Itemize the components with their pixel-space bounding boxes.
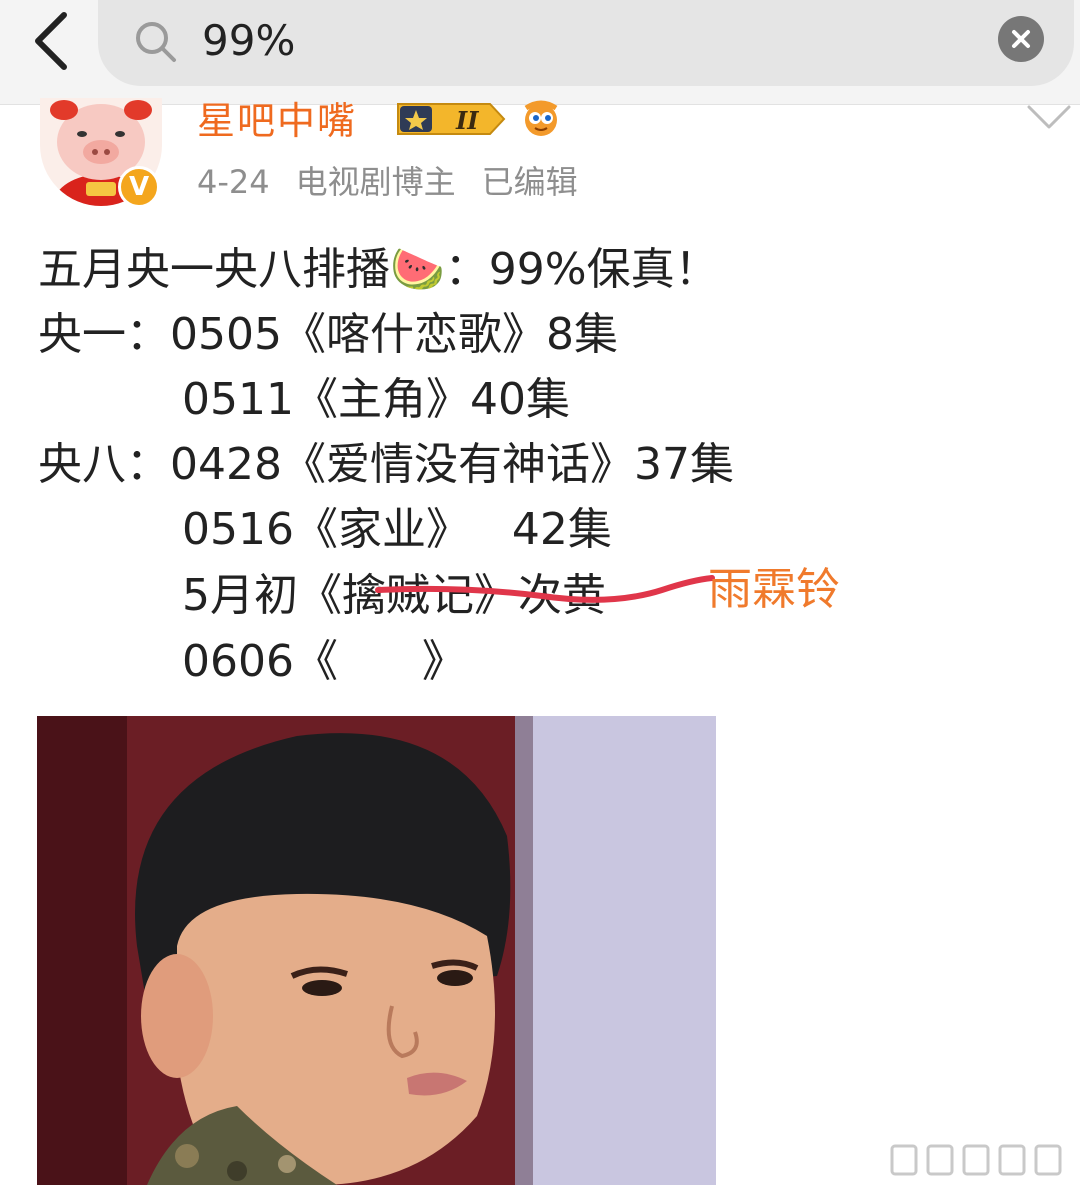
handwritten-annotation: 雨霖铃 bbox=[708, 564, 840, 615]
top-bar: 99% bbox=[0, 0, 1080, 105]
search-bar[interactable]: 99% bbox=[98, 0, 1074, 86]
fan-badge-icon bbox=[516, 98, 566, 142]
image-overlay-icon bbox=[890, 1144, 1062, 1176]
post-line: 0511《主角》40集 bbox=[182, 374, 570, 425]
clear-icon bbox=[1012, 30, 1030, 48]
post-line: 0606《 》 bbox=[182, 636, 466, 687]
username[interactable]: 星吧中嘴 bbox=[197, 98, 357, 144]
chevron-down-icon bbox=[1027, 105, 1071, 129]
search-icon bbox=[136, 22, 176, 62]
clear-search-button[interactable] bbox=[998, 16, 1044, 62]
post-line: 央一：0505《喀什恋歌》8集 bbox=[38, 309, 618, 360]
post-line: 0516《家业》 42集 bbox=[182, 504, 612, 555]
boy-photo bbox=[37, 716, 716, 1185]
level-badge: II bbox=[394, 100, 508, 142]
author-role: 电视剧博主 bbox=[295, 163, 456, 201]
post-date: 4-24 bbox=[197, 163, 270, 201]
handwritten-strikethrough bbox=[375, 575, 715, 603]
level-badge-label: II bbox=[455, 106, 479, 135]
post-line: 央八：0428《爱情没有神话》37集 bbox=[38, 439, 734, 490]
edited-label: 已编辑 bbox=[481, 163, 578, 201]
search-input[interactable]: 99% bbox=[202, 12, 295, 70]
post-image[interactable] bbox=[37, 716, 716, 1185]
more-options-button[interactable] bbox=[1026, 104, 1072, 134]
post-line: 五月央一央八排播🍉：99%保真！ bbox=[38, 244, 719, 295]
verified-badge: V bbox=[118, 166, 160, 208]
post-meta: 4-24 电视剧博主 已编辑 bbox=[197, 160, 604, 204]
back-arrow-icon bbox=[35, 12, 67, 70]
back-button[interactable] bbox=[22, 6, 78, 76]
